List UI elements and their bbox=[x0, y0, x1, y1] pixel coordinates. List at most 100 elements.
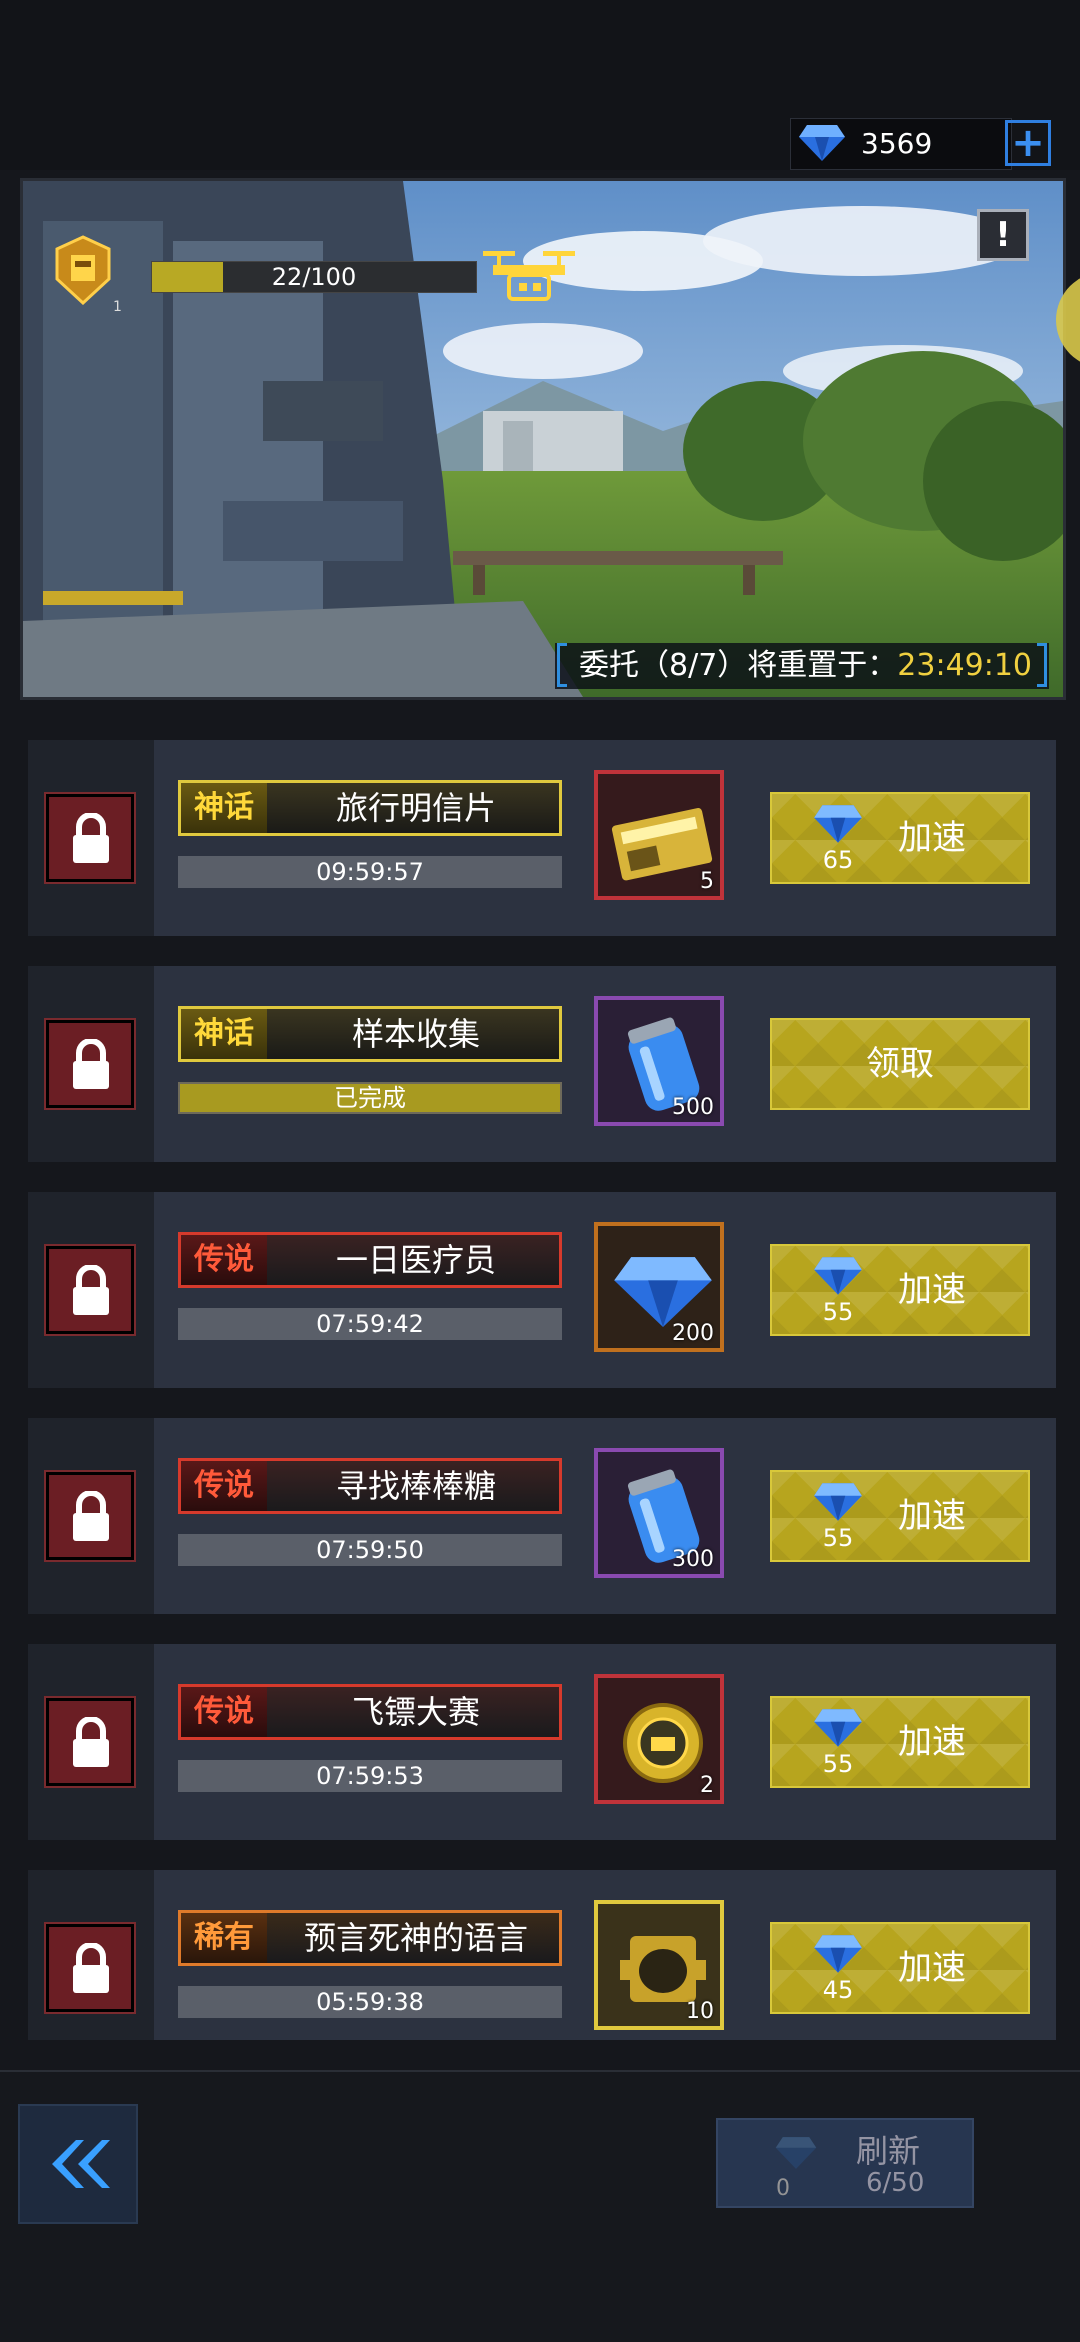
row-left-panel bbox=[28, 1418, 154, 1614]
rarity-tag: 传说 bbox=[181, 1235, 267, 1285]
speed-up-cost: 65 bbox=[822, 846, 854, 874]
refresh-count: 6/50 bbox=[866, 2168, 925, 2198]
dispatch-scene: 1 22/100 ! 委托（8/7）将重置于：23:49:10 bbox=[20, 178, 1066, 700]
rarity-tag: 传说 bbox=[181, 1687, 267, 1737]
dispatch-progress-bar: 22/100 bbox=[151, 261, 477, 293]
quest-name-box: 传说 寻找棒棒糖 bbox=[178, 1458, 562, 1514]
refresh-label: 刷新 bbox=[856, 2132, 921, 2170]
quest-timer: 已完成 bbox=[178, 1082, 562, 1114]
speed-up-button[interactable]: 55 加速 bbox=[770, 1470, 1030, 1562]
diamond-icon bbox=[812, 802, 864, 850]
speed-up-button[interactable]: 55 加速 bbox=[770, 1696, 1030, 1788]
refresh-button[interactable]: 0 刷新 6/50 bbox=[716, 2118, 974, 2208]
lock-button[interactable] bbox=[44, 1922, 136, 2014]
row-left-panel bbox=[28, 1870, 154, 2040]
rarity-tag: 神话 bbox=[181, 1009, 267, 1059]
lock-icon bbox=[73, 1265, 109, 1315]
speed-up-cost: 45 bbox=[822, 1976, 854, 2004]
reward-item[interactable]: 300 bbox=[594, 1448, 724, 1578]
task-row-5: 传说 飞镖大赛 07:59:53 2 55 加速 bbox=[28, 1644, 1056, 1840]
speed-up-button[interactable]: 45 加速 bbox=[770, 1922, 1030, 2014]
quest-name: 飞镖大赛 bbox=[351, 1693, 480, 1731]
reward-quantity: 500 bbox=[672, 1095, 714, 1120]
lock-button[interactable] bbox=[44, 792, 136, 884]
action-label: 加速 bbox=[898, 1722, 966, 1762]
quest-timer: 07:59:42 bbox=[178, 1308, 562, 1340]
diamond-icon bbox=[812, 1932, 864, 1980]
speed-up-button[interactable]: 65 加速 bbox=[770, 792, 1030, 884]
rarity-tag: 稀有 bbox=[181, 1913, 267, 1963]
reward-item[interactable]: 10 bbox=[594, 1900, 724, 2030]
quest-name-box: 稀有 预言死神的语言 bbox=[178, 1910, 562, 1966]
quest-name: 样本收集 bbox=[351, 1015, 480, 1053]
quest-timer: 09:59:57 bbox=[178, 856, 562, 888]
reward-quantity: 200 bbox=[672, 1321, 714, 1346]
gem-count: 3569 bbox=[861, 127, 933, 160]
diamond-icon bbox=[812, 1706, 864, 1754]
task-row-6: 稀有 预言死神的语言 05:59:38 10 45 加速 bbox=[28, 1870, 1056, 2040]
quest-name-box: 传说 一日医疗员 bbox=[178, 1232, 562, 1288]
back-button[interactable] bbox=[18, 2104, 138, 2224]
row-left-panel bbox=[28, 740, 154, 936]
speed-up-cost: 55 bbox=[822, 1750, 854, 1778]
quest-timer: 07:59:50 bbox=[178, 1534, 562, 1566]
reward-item[interactable]: 200 bbox=[594, 1222, 724, 1352]
quest-name-box: 神话 样本收集 bbox=[178, 1006, 562, 1062]
level-number: 1 bbox=[113, 299, 122, 315]
task-list: 神话 旅行明信片 09:59:57 5 65 加速 神话 样本收集 已完成 50… bbox=[0, 740, 1080, 2040]
reward-item[interactable]: 500 bbox=[594, 996, 724, 1126]
lock-icon bbox=[73, 1943, 109, 1993]
speed-up-button[interactable]: 55 加速 bbox=[770, 1244, 1030, 1336]
lock-icon bbox=[73, 1491, 109, 1541]
add-gems-button[interactable]: + bbox=[1005, 120, 1051, 166]
quest-timer: 07:59:53 bbox=[178, 1760, 562, 1792]
reward-item[interactable]: 5 bbox=[594, 770, 724, 900]
reward-quantity: 300 bbox=[672, 1547, 714, 1572]
drone-icon bbox=[479, 245, 579, 309]
progress-text: 22/100 bbox=[271, 263, 357, 291]
lock-button[interactable] bbox=[44, 1696, 136, 1788]
task-row-3: 传说 一日医疗员 07:59:42 200 55 加速 bbox=[28, 1192, 1056, 1388]
refresh-cost: 0 bbox=[776, 2176, 790, 2201]
speed-up-cost: 55 bbox=[822, 1298, 854, 1326]
side-token-icon[interactable] bbox=[1054, 270, 1080, 374]
double-chevron-left-icon bbox=[52, 2140, 110, 2188]
lock-button[interactable] bbox=[44, 1018, 136, 1110]
task-row-1: 神话 旅行明信片 09:59:57 5 65 加速 bbox=[28, 740, 1056, 936]
row-left-panel bbox=[28, 1192, 154, 1388]
task-row-2: 神话 样本收集 已完成 500 领取 bbox=[28, 966, 1056, 1162]
gem-balance: 3569 bbox=[790, 118, 1012, 170]
quest-name-box: 传说 飞镖大赛 bbox=[178, 1684, 562, 1740]
info-button[interactable]: ! bbox=[977, 209, 1029, 261]
reset-time: 23:49:10 bbox=[897, 648, 1033, 683]
lock-button[interactable] bbox=[44, 1244, 136, 1336]
quest-timer: 05:59:38 bbox=[178, 1986, 562, 2018]
diamond-icon bbox=[812, 1480, 864, 1528]
row-left-panel bbox=[28, 966, 154, 1162]
lock-icon bbox=[73, 813, 109, 863]
rarity-tag: 神话 bbox=[181, 783, 267, 833]
speed-up-cost: 55 bbox=[822, 1524, 854, 1552]
reward-item[interactable]: 2 bbox=[594, 1674, 724, 1804]
quest-name: 预言死神的语言 bbox=[303, 1919, 528, 1957]
lock-icon bbox=[73, 1717, 109, 1767]
row-left-panel bbox=[28, 1644, 154, 1840]
lock-button[interactable] bbox=[44, 1470, 136, 1562]
reset-label: 委托（8/7）将重置于： bbox=[579, 648, 898, 683]
action-label: 加速 bbox=[898, 1496, 966, 1536]
reward-quantity: 2 bbox=[700, 1773, 714, 1798]
quest-name: 旅行明信片 bbox=[335, 789, 496, 827]
reward-quantity: 5 bbox=[700, 869, 714, 894]
action-label: 加速 bbox=[898, 1270, 966, 1310]
claim-button[interactable]: 领取 bbox=[770, 1018, 1030, 1110]
diamond-icon bbox=[812, 1254, 864, 1302]
reward-quantity: 10 bbox=[686, 1999, 714, 2024]
task-row-4: 传说 寻找棒棒糖 07:59:50 300 55 加速 bbox=[28, 1418, 1056, 1614]
quest-name: 一日医疗员 bbox=[335, 1241, 496, 1279]
quest-name: 寻找棒棒糖 bbox=[335, 1467, 496, 1505]
level-badge-icon bbox=[53, 235, 113, 309]
diamond-icon bbox=[797, 123, 847, 167]
reset-timer-bar: 委托（8/7）将重置于：23:49:10 bbox=[555, 643, 1049, 689]
quest-name-box: 神话 旅行明信片 bbox=[178, 780, 562, 836]
lock-icon bbox=[73, 1039, 109, 1089]
